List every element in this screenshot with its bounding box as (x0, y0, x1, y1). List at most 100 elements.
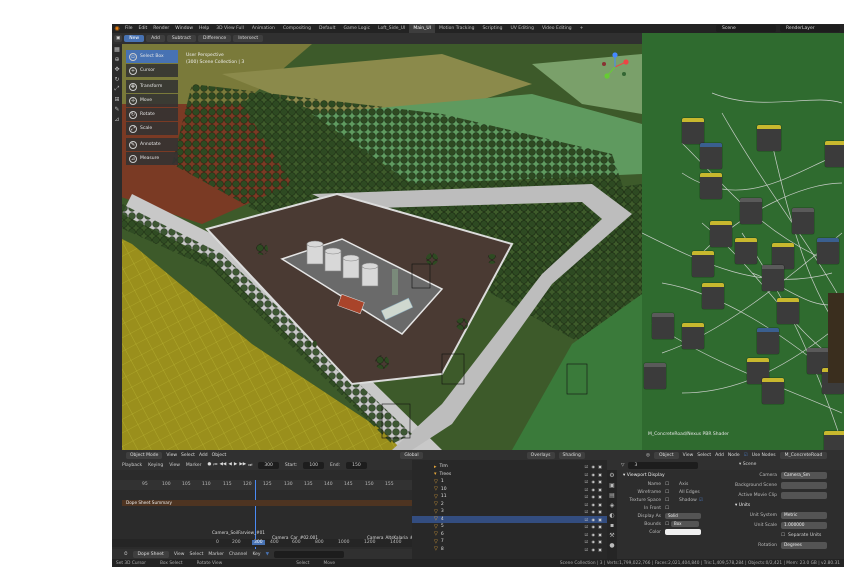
node-editor-type-icon[interactable]: ◎ (646, 453, 650, 458)
scene-field[interactable]: Scene (716, 25, 776, 32)
wireframe-checkbox[interactable]: ☐ (665, 490, 669, 495)
navigation-gizmo-icon[interactable] (600, 52, 630, 82)
shadow-checkbox[interactable]: ☑ (699, 498, 703, 503)
shader-node[interactable] (652, 313, 674, 339)
dope-search-input[interactable] (274, 550, 345, 558)
shader-node[interactable] (702, 283, 724, 309)
tool-rotate[interactable]: ↻ Rotate (126, 108, 178, 121)
outliner-row[interactable]: ▽ 11 ☑ ◉ ▣ (412, 493, 607, 501)
mode-add-button[interactable]: Add (146, 35, 165, 42)
shader-node[interactable] (692, 251, 714, 277)
unit-system-select[interactable]: Metric (781, 511, 827, 519)
jump-start-icon[interactable]: ⏮ (213, 462, 217, 468)
node-menu-select[interactable]: Select (697, 453, 711, 458)
scene-properties[interactable]: ▾ Scene Camera Camera_Sm Background Scene… (727, 460, 844, 559)
menu-render[interactable]: Render (150, 26, 172, 31)
dope-menu-view[interactable]: View (174, 552, 185, 557)
viewport-menu-object[interactable]: Object (212, 453, 227, 458)
tool-tab-icon[interactable]: ⚙ (607, 470, 617, 480)
viewport-menu-view[interactable]: View (166, 453, 177, 458)
tool-select-box[interactable]: ▫ Select Box (126, 50, 178, 63)
menu-help[interactable]: Help (196, 26, 212, 31)
record-icon[interactable]: ● (207, 462, 211, 468)
tab-animation[interactable]: Animation (248, 24, 279, 33)
orientation-select[interactable]: Global (400, 451, 423, 459)
shader-node[interactable] (762, 378, 784, 404)
bounds-checkbox[interactable]: ☐ (665, 522, 669, 527)
next-key-icon[interactable]: ▶▶ (239, 462, 246, 468)
visibility-icons[interactable]: ☑ ◉ ▣ (585, 539, 603, 544)
timeline-menu-marker[interactable]: Marker (186, 463, 202, 468)
node-editor[interactable]: M_ConcreteRoad/Nexus PBR Shader (642, 33, 844, 450)
tab-scripting[interactable]: Scripting (478, 24, 506, 33)
shader-node[interactable] (700, 173, 722, 199)
frame-node[interactable] (828, 293, 844, 383)
visibility-icons[interactable]: ☑ ◉ ▣ (585, 517, 603, 522)
keying-menu[interactable]: Keying (148, 463, 163, 468)
mode-intersect-button[interactable]: Intersect (233, 35, 264, 42)
3d-viewport[interactable]: ▦ ⊕ ✥ ↻ ⤢ ⊞ ✎ ⊿ ▫ Select Box + Cursor ✥ … (112, 44, 642, 450)
timeline-menu-view[interactable]: View (169, 463, 180, 468)
tab-loft-side-ui[interactable]: Loft_Side_UI (374, 24, 409, 33)
unit-scale-field[interactable]: 1.000000 (781, 521, 827, 529)
tab-compositing[interactable]: Compositing (279, 24, 315, 33)
visibility-icons[interactable]: ☑ ◉ ▣ (585, 472, 603, 477)
editor-type-icon[interactable]: ⏱ (124, 551, 128, 557)
render-tab-icon[interactable]: ▣ (607, 480, 617, 490)
tool-transform[interactable]: ✥ Transform (126, 80, 178, 93)
outliner-row[interactable]: ▸ Trm ☑ ◉ ▣ (412, 463, 607, 471)
texture-space-checkbox[interactable]: ☐ (665, 498, 669, 503)
shader-node[interactable] (824, 431, 844, 450)
outliner-row[interactable]: ▽ 1 ☑ ◉ ▣ (412, 478, 607, 486)
shader-node[interactable] (777, 298, 799, 324)
tool-cursor[interactable]: + Cursor (126, 64, 178, 77)
shader-node[interactable] (757, 125, 781, 151)
overlays-button[interactable]: Overlays (526, 451, 555, 459)
tool-scale[interactable]: ⤢ Scale (126, 122, 178, 135)
scene-section[interactable]: ▾ Scene (727, 460, 844, 470)
output-tab-icon[interactable]: ▤ (607, 490, 617, 500)
tab-default[interactable]: Default (315, 24, 339, 33)
material-tab-icon[interactable]: ● (607, 540, 617, 550)
material-select[interactable]: M_ConcreteRoad (779, 451, 828, 459)
tab-uv-editing[interactable]: UV Editing (506, 24, 537, 33)
mode-difference-button[interactable]: Difference (198, 35, 232, 42)
shading-button[interactable]: Shading (558, 451, 585, 459)
visibility-icons[interactable]: ☑ ◉ ▣ (585, 524, 603, 529)
viewport-menu-select[interactable]: Select (181, 453, 195, 458)
dope-menu-select[interactable]: Select (190, 552, 204, 557)
visibility-icons[interactable]: ☑ ◉ ▣ (585, 547, 603, 552)
jump-end-icon[interactable]: ⏭ (248, 462, 252, 468)
movie-clip-field[interactable] (781, 491, 827, 499)
dope-menu-key[interactable]: Key (252, 552, 260, 557)
frame-ruler[interactable]: 95 100 105 110 115 120 125 130 135 140 1… (112, 480, 412, 490)
outliner[interactable]: ▸ Trm ☑ ◉ ▣ ▾ Trees ☑ ◉ ▣ ▽ 1 ☑ ◉ ▣ ▽ 10 ☑ ◉ ▣ ▽… (412, 460, 607, 559)
select-tool-icon[interactable]: ▦ (112, 44, 122, 54)
tool-settings-icon[interactable]: ▣ (114, 35, 123, 42)
world-tab-icon[interactable]: ◐ (607, 510, 617, 520)
shader-node[interactable] (740, 198, 762, 224)
add-workspace-icon[interactable]: + (576, 24, 588, 33)
play-icon[interactable]: ▶ (234, 462, 237, 468)
dope-sheet-mode-select[interactable]: Dope Sheet (132, 550, 169, 558)
menu-window[interactable]: Window (172, 26, 196, 31)
shader-node[interactable] (700, 143, 722, 169)
outliner-row[interactable]: ▽ 6 ☑ ◉ ▣ (412, 531, 607, 539)
tab-motion-tracking[interactable]: Motion Tracking (435, 24, 478, 33)
render-layer-field[interactable]: RenderLayer (780, 25, 840, 32)
play-reverse-icon[interactable]: ◀ (228, 462, 231, 468)
shader-node[interactable] (817, 238, 839, 264)
viewport-display-section[interactable]: ▾ Viewport Display (607, 470, 727, 480)
visibility-icons[interactable]: ☑ ◉ ▣ (585, 464, 603, 469)
outliner-row-selected[interactable]: ▽ 4 ☑ ◉ ▣ (412, 515, 607, 523)
outliner-row[interactable]: ▽ 8 ☑ ◉ ▣ (412, 546, 607, 554)
move-tool-icon[interactable]: ✥ (112, 64, 122, 74)
menu-edit[interactable]: Edit (136, 26, 151, 31)
outliner-row[interactable]: ▽ 5 ☑ ◉ ▣ (412, 523, 607, 531)
use-nodes-checkbox[interactable]: ☑ (744, 453, 748, 458)
rotation-select[interactable]: Degrees (781, 541, 827, 549)
shader-node[interactable] (792, 208, 814, 234)
visibility-icons[interactable]: ☑ ◉ ▣ (585, 502, 603, 507)
shader-node[interactable] (762, 265, 784, 291)
shader-node[interactable] (757, 328, 779, 354)
